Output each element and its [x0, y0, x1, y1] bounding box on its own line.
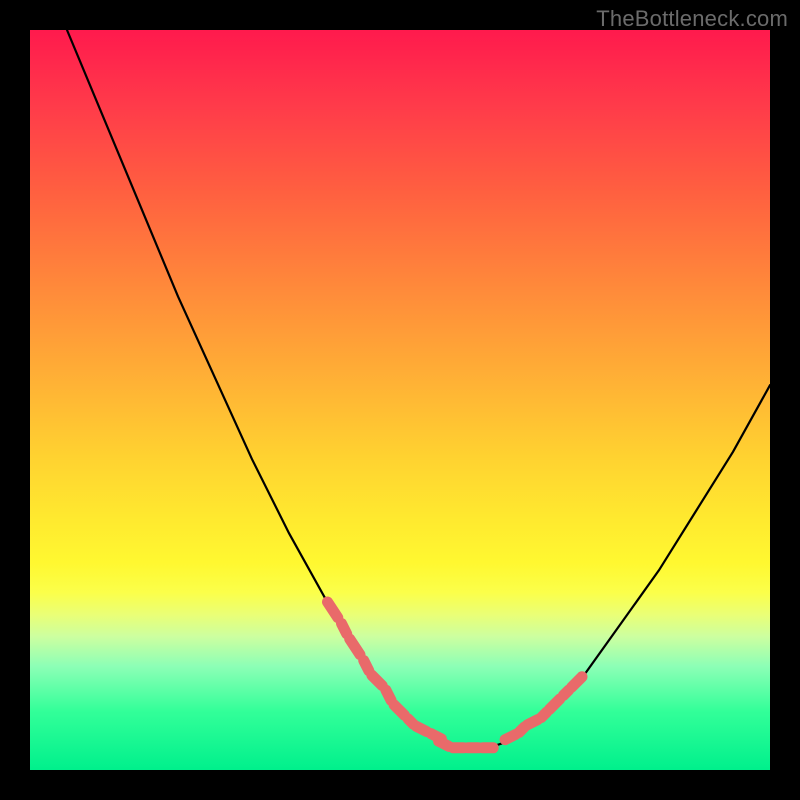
bottleneck-curve: [67, 30, 770, 748]
highlight-dash: [439, 741, 449, 746]
plot-area: [30, 30, 770, 770]
highlight-dash: [505, 735, 515, 740]
highlight-dash: [416, 726, 426, 731]
highlight-dash: [350, 639, 360, 655]
highlight-dash: [572, 677, 582, 687]
highlight-dash: [328, 602, 338, 618]
highlight-dash: [342, 624, 347, 634]
chart-frame: TheBottleneck.com: [0, 0, 800, 800]
highlight-dash: [394, 705, 404, 715]
highlight-dash: [372, 675, 382, 685]
highlight-dash: [364, 661, 369, 671]
highlight-dash: [386, 690, 391, 700]
chart-svg: [30, 30, 770, 770]
highlight-dash: [527, 720, 537, 725]
highlight-dash: [550, 699, 560, 709]
watermark-text: TheBottleneck.com: [596, 6, 788, 32]
